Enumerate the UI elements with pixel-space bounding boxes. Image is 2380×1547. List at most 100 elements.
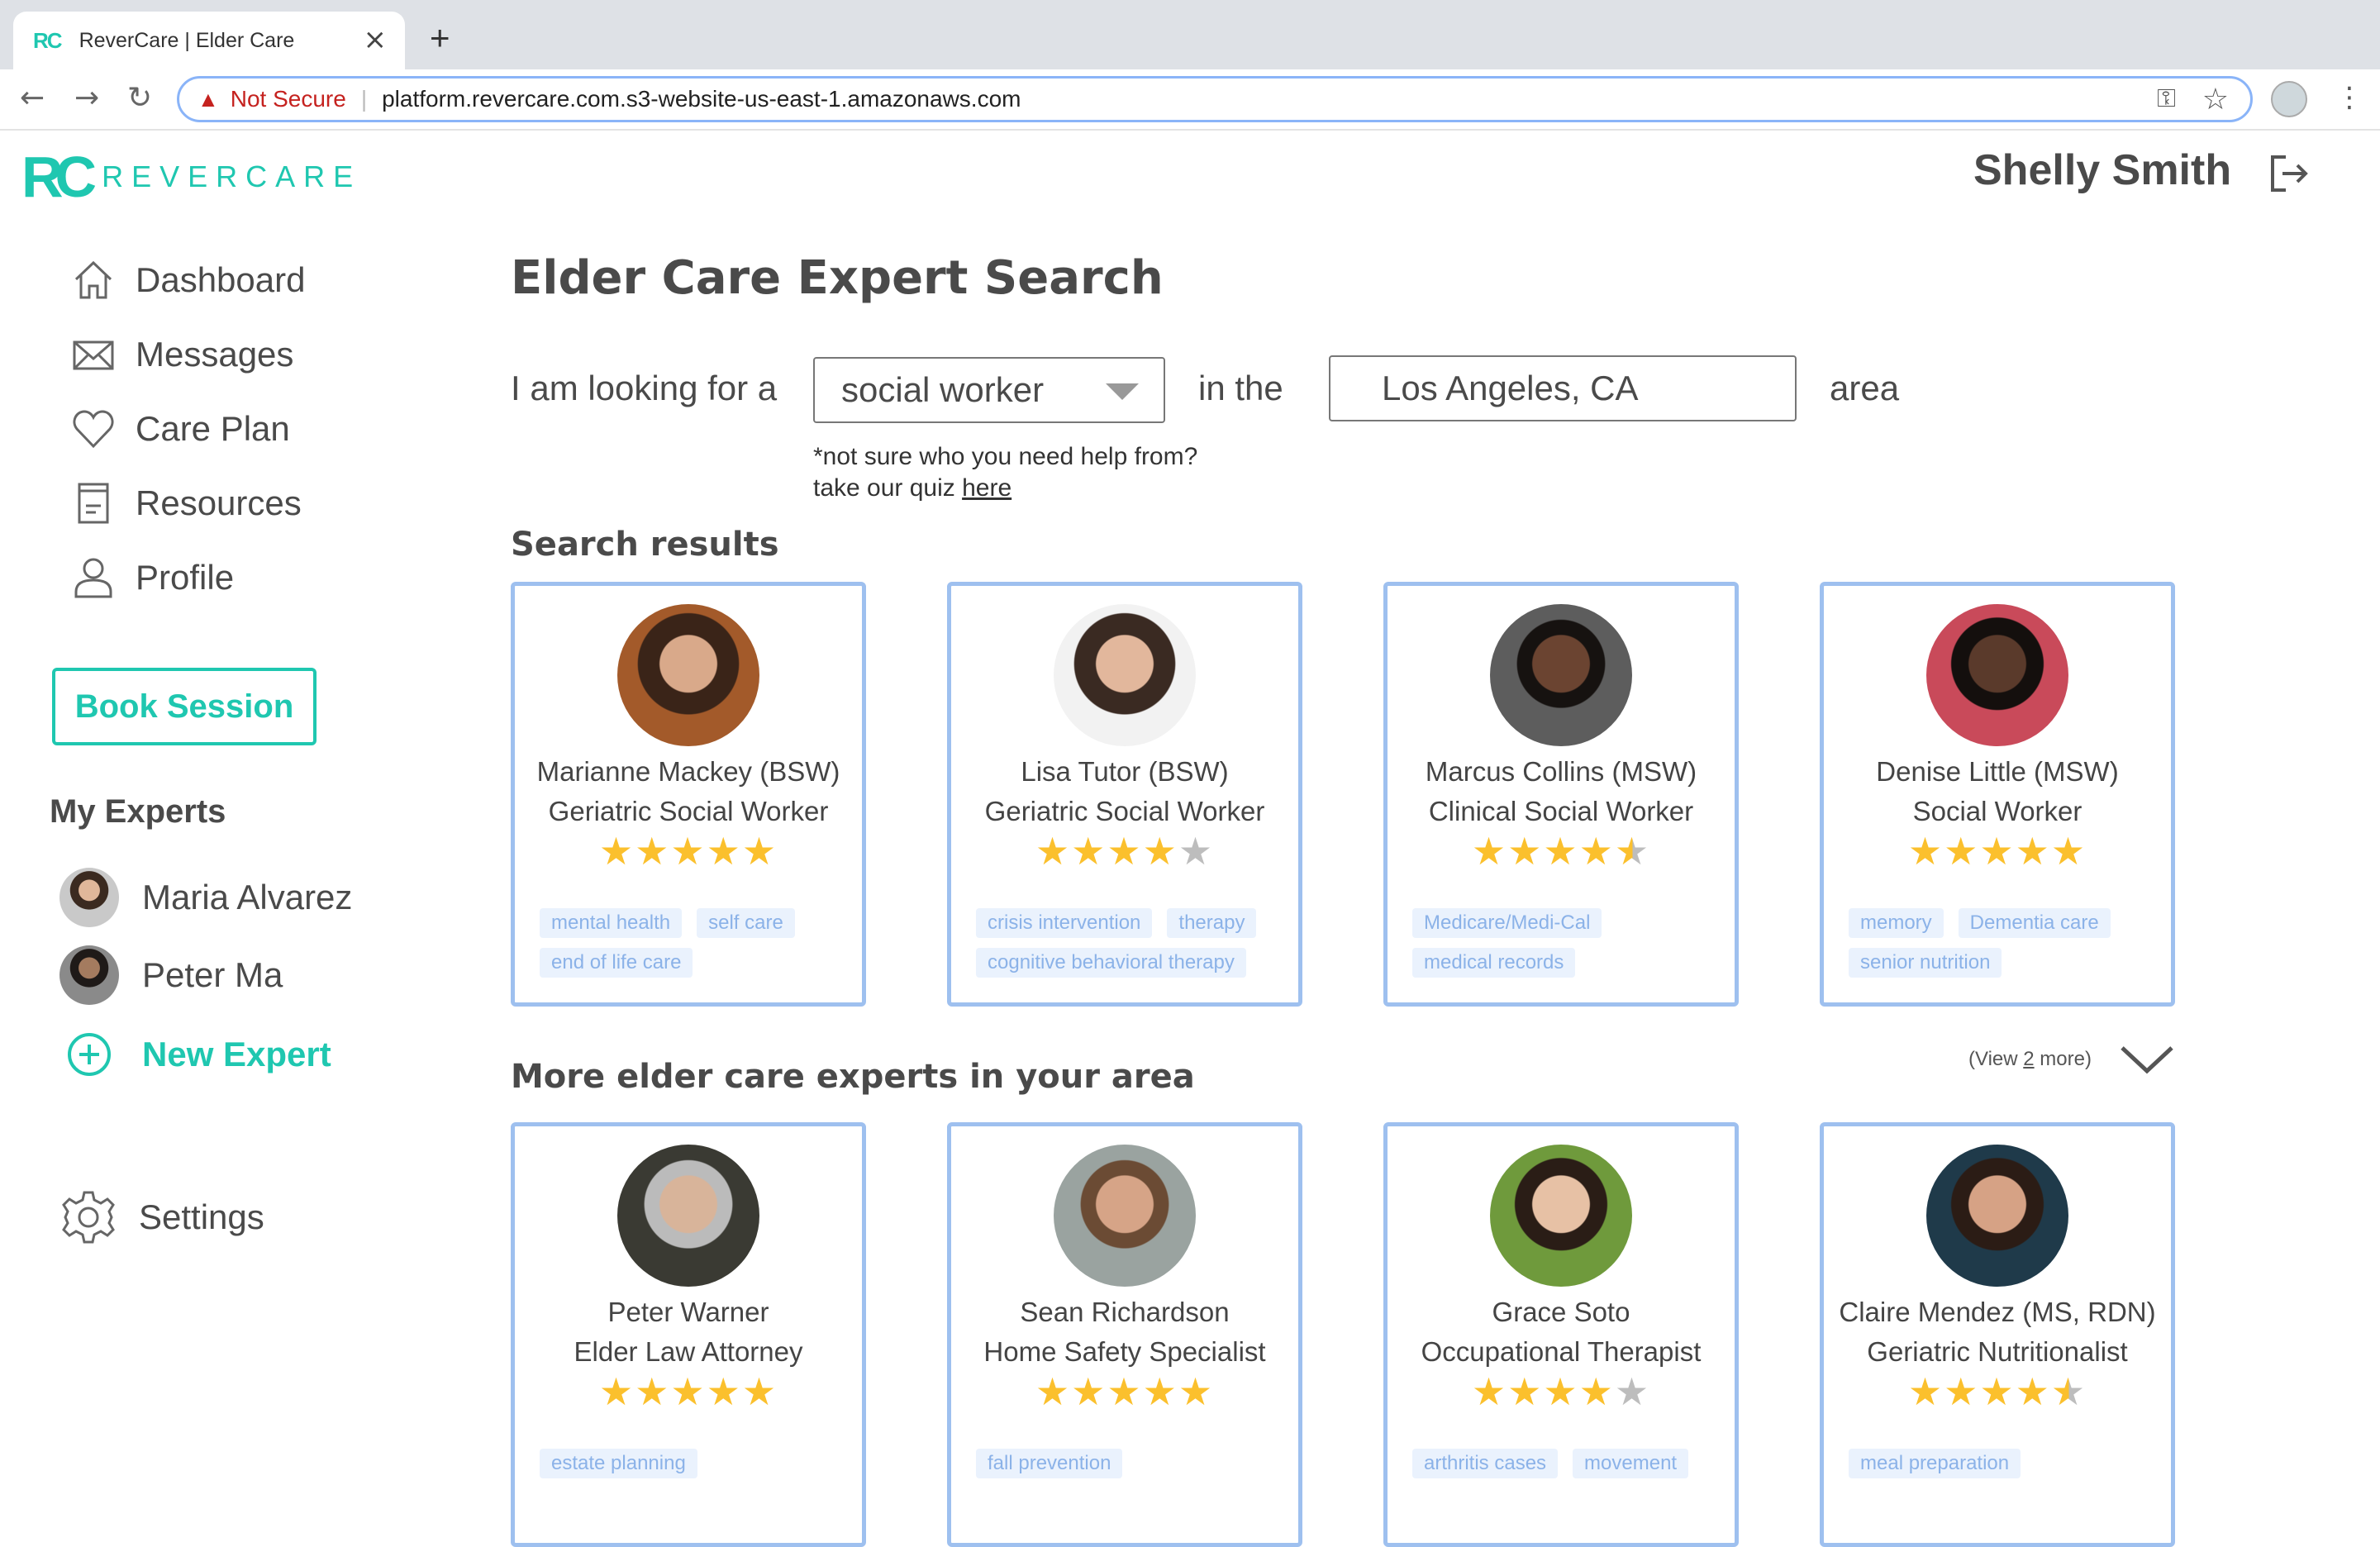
book-session-button[interactable]: Book Session	[52, 668, 317, 745]
star-icon: ★	[670, 1369, 707, 1414]
chevron-down-icon[interactable]	[2119, 1043, 2175, 1076]
specialty-tag[interactable]: Dementia care	[1958, 908, 2111, 938]
specialty-tag[interactable]: crisis intervention	[976, 908, 1153, 938]
rating-stars: ★★★★★	[1388, 831, 1735, 872]
mail-icon	[73, 340, 114, 370]
expert-card[interactable]: Lisa Tutor (BSW) Geriatric Social Worker ★…	[947, 582, 1302, 1007]
star-icon: ★	[1578, 1369, 1615, 1414]
expert-photo	[617, 604, 759, 746]
sidebar-item-messages[interactable]: Messages	[71, 332, 293, 377]
specialty-tag[interactable]: end of life care	[540, 948, 693, 978]
settings-label: Settings	[139, 1197, 264, 1236]
expert-name: Marianne Mackey (BSW)	[536, 756, 840, 787]
specialty-tag[interactable]: memory	[1849, 908, 1944, 938]
star-icon: ★	[1071, 1369, 1107, 1414]
rating-stars: ★★★★★	[1824, 831, 2171, 872]
star-icon: ★	[1107, 1369, 1143, 1414]
star-icon: ★	[1507, 1369, 1544, 1414]
star-icon: ★	[1071, 829, 1107, 873]
browser-profile-avatar[interactable]	[2271, 81, 2307, 117]
search-prefix-label: I am looking for a	[511, 369, 778, 407]
expert-role: Social Worker	[1912, 796, 2082, 826]
star-icon: ★	[1578, 829, 1615, 873]
specialty-tag[interactable]: medical records	[1412, 948, 1576, 978]
star-icon: ★	[1543, 1369, 1579, 1414]
role-select[interactable]: social worker	[813, 357, 1165, 423]
location-input[interactable]: Los Angeles, CA	[1329, 355, 1797, 421]
expert-card[interactable]: Sean Richardson Home Safety Specialist ★★★…	[947, 1122, 1302, 1547]
my-experts-heading: My Experts	[50, 793, 226, 830]
expert-card[interactable]: Marianne Mackey (BSW) Geriatric Social Wo…	[511, 582, 866, 1007]
star-icon: ★	[2050, 1369, 2087, 1414]
sidebar-item-settings[interactable]: Settings	[60, 1188, 264, 1246]
sidebar-item-profile[interactable]: Profile	[71, 555, 234, 600]
reload-icon[interactable]: ↻	[127, 81, 152, 115]
specialty-tag[interactable]: meal preparation	[1849, 1449, 2021, 1478]
specialty-tag[interactable]: arthritis cases	[1412, 1449, 1559, 1478]
sidebar-item-care-plan[interactable]: Care Plan	[71, 407, 290, 451]
specialty-tag[interactable]: movement	[1573, 1449, 1689, 1478]
sidebar-item-label: Dashboard	[136, 260, 306, 299]
star-icon: ★	[741, 829, 778, 873]
star-icon: ★	[2015, 829, 2051, 873]
specialty-tag[interactable]: therapy	[1167, 908, 1257, 938]
warning-icon: ▲	[198, 86, 219, 112]
expert-card[interactable]: Peter Warner Elder Law Attorney ★★★★★ estat…	[511, 1122, 866, 1547]
specialty-tag[interactable]: self care	[697, 908, 795, 938]
revercare-logo[interactable]: RC REVERCARE	[21, 144, 361, 210]
expert-name: Claire Mendez (MS, RDN)	[1839, 1297, 2156, 1327]
close-tab-icon[interactable]: ×	[364, 23, 388, 56]
browser-menu-icon[interactable]: ⋮	[2335, 81, 2363, 114]
specialty-tag[interactable]: Medicare/Medi-Cal	[1412, 908, 1602, 938]
sidebar-item-dashboard[interactable]: Dashboard	[71, 258, 305, 302]
tab-title: ReverCare | Elder Care	[79, 28, 295, 52]
expert-photo	[1054, 604, 1196, 746]
star-icon: ★	[1035, 829, 1072, 873]
star-icon: ★	[670, 829, 707, 873]
star-icon: ★	[1944, 829, 1980, 873]
specialty-tag[interactable]: fall prevention	[976, 1449, 1123, 1478]
view-more-count: 2	[2023, 1048, 2035, 1070]
forward-icon[interactable]: →	[74, 81, 99, 115]
browser-tab-bar: RC ReverCare | Elder Care × +	[0, 0, 2380, 69]
star-icon: ★	[1979, 829, 2016, 873]
expert-photo	[1490, 604, 1632, 746]
specialty-tag[interactable]: senior nutrition	[1849, 948, 2002, 978]
new-expert-label: New Expert	[142, 1035, 331, 1073]
browser-tab[interactable]: RC ReverCare | Elder Care ×	[13, 12, 405, 69]
specialty-tag[interactable]: cognitive behavioral therapy	[976, 948, 1246, 978]
heart-icon	[73, 410, 114, 449]
url-text: platform.revercare.com.s3-website-us-eas…	[382, 86, 1021, 112]
view-more-prefix: (View	[1968, 1048, 2024, 1070]
tag-list: fall prevention	[976, 1449, 1290, 1478]
specialty-tag[interactable]: mental health	[540, 908, 683, 938]
address-bar[interactable]: ▲ Not Secure | platform.revercare.com.s3…	[177, 76, 2253, 122]
expert-name: Marcus Collins (MSW)	[1425, 756, 1697, 787]
rating-stars: ★★★★★	[1388, 1371, 1735, 1412]
quiz-note-line2: take our quiz	[813, 474, 963, 502]
expert-photo	[1926, 604, 2068, 746]
sidebar-item-label: Care Plan	[136, 409, 290, 448]
expert-card[interactable]: Claire Mendez (MS, RDN) Geriatric Nutriti…	[1820, 1122, 2175, 1547]
expert-card[interactable]: Marcus Collins (MSW) Clinical Social Work…	[1383, 582, 1739, 1007]
my-expert-item[interactable]: Peter Ma	[60, 945, 283, 1005]
expert-role: Home Safety Specialist	[983, 1336, 1266, 1367]
tag-list: Medicare/Medi-Cal medical records	[1412, 908, 1726, 978]
specialty-tag[interactable]: estate planning	[540, 1449, 697, 1478]
avatar	[60, 868, 119, 927]
tag-list: estate planning	[540, 1449, 854, 1478]
logout-icon[interactable]	[2268, 152, 2311, 195]
sidebar-item-resources[interactable]: Resources	[71, 481, 302, 526]
my-expert-item[interactable]: Maria Alvarez	[60, 868, 352, 927]
new-expert-button[interactable]: New Expert	[66, 1031, 331, 1078]
expert-name: Denise Little (MSW)	[1876, 756, 2119, 787]
bookmark-star-icon[interactable]: ☆	[2202, 82, 2229, 117]
key-icon[interactable]: ⚿	[2157, 85, 2176, 113]
back-icon[interactable]: ←	[20, 81, 45, 115]
expert-card[interactable]: Denise Little (MSW) Social Worker ★★★★★ mem…	[1820, 582, 2175, 1007]
tag-list: memory Dementia care senior nutrition	[1849, 908, 2163, 978]
quiz-link[interactable]: here	[962, 474, 1011, 502]
view-more-link[interactable]: (View 2 more)	[1968, 1048, 2092, 1071]
expert-card[interactable]: Grace Soto Occupational Therapist ★★★★★ art…	[1383, 1122, 1739, 1547]
new-tab-icon[interactable]: +	[430, 18, 450, 58]
